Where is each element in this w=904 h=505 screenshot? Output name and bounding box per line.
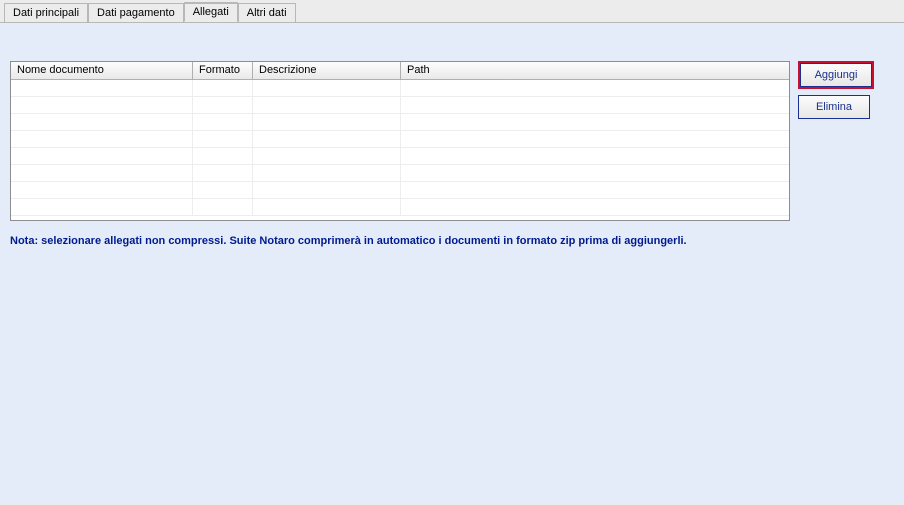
cell-formato [193, 199, 253, 215]
cell-formato [193, 97, 253, 113]
add-button-highlight: Aggiungi [798, 61, 874, 89]
attachments-grid[interactable]: Nome documento Formato Descrizione Path [10, 61, 790, 221]
cell-formato [193, 165, 253, 181]
cell-descrizione [253, 148, 401, 164]
cell-descrizione [253, 131, 401, 147]
cell-descrizione [253, 114, 401, 130]
table-row[interactable] [11, 97, 789, 114]
cell-path [401, 80, 789, 96]
cell-nome [11, 114, 193, 130]
cell-path [401, 97, 789, 113]
cell-descrizione [253, 199, 401, 215]
cell-descrizione [253, 97, 401, 113]
delete-button[interactable]: Elimina [798, 95, 870, 119]
cell-nome [11, 148, 193, 164]
col-header-formato[interactable]: Formato [193, 62, 253, 80]
panel-allegati: Nome documento Formato Descrizione Path [0, 22, 904, 504]
cell-path [401, 165, 789, 181]
cell-descrizione [253, 165, 401, 181]
tab-altri-dati[interactable]: Altri dati [238, 3, 296, 23]
cell-path [401, 114, 789, 130]
cell-nome [11, 165, 193, 181]
cell-formato [193, 114, 253, 130]
table-row[interactable] [11, 80, 789, 97]
cell-path [401, 148, 789, 164]
table-row[interactable] [11, 182, 789, 199]
grid-header: Nome documento Formato Descrizione Path [11, 62, 789, 80]
cell-path [401, 182, 789, 198]
note-text: Nota: selezionare allegati non compressi… [10, 235, 894, 247]
col-header-descrizione[interactable]: Descrizione [253, 62, 401, 80]
cell-descrizione [253, 182, 401, 198]
tab-dati-principali[interactable]: Dati principali [4, 3, 88, 23]
cell-nome [11, 182, 193, 198]
tab-dati-pagamento[interactable]: Dati pagamento [88, 3, 184, 23]
content-area: Nome documento Formato Descrizione Path [10, 61, 894, 247]
cell-path [401, 199, 789, 215]
cell-path [401, 131, 789, 147]
cell-nome [11, 97, 193, 113]
cell-nome [11, 131, 193, 147]
table-row[interactable] [11, 114, 789, 131]
table-and-buttons: Nome documento Formato Descrizione Path [10, 61, 894, 221]
cell-formato [193, 131, 253, 147]
col-header-nome[interactable]: Nome documento [11, 62, 193, 80]
button-column: Aggiungi Elimina [798, 61, 874, 119]
cell-nome [11, 199, 193, 215]
table-row[interactable] [11, 131, 789, 148]
cell-formato [193, 148, 253, 164]
tabstrip: Dati principali Dati pagamento Allegati … [0, 0, 904, 22]
cell-formato [193, 182, 253, 198]
cell-nome [11, 80, 193, 96]
grid-body [11, 80, 789, 220]
add-button[interactable]: Aggiungi [800, 63, 872, 87]
cell-formato [193, 80, 253, 96]
tab-allegati[interactable]: Allegati [184, 2, 238, 22]
window: Dati principali Dati pagamento Allegati … [0, 0, 904, 505]
table-row[interactable] [11, 148, 789, 165]
cell-descrizione [253, 80, 401, 96]
table-row[interactable] [11, 199, 789, 216]
table-row[interactable] [11, 165, 789, 182]
col-header-path[interactable]: Path [401, 62, 789, 80]
